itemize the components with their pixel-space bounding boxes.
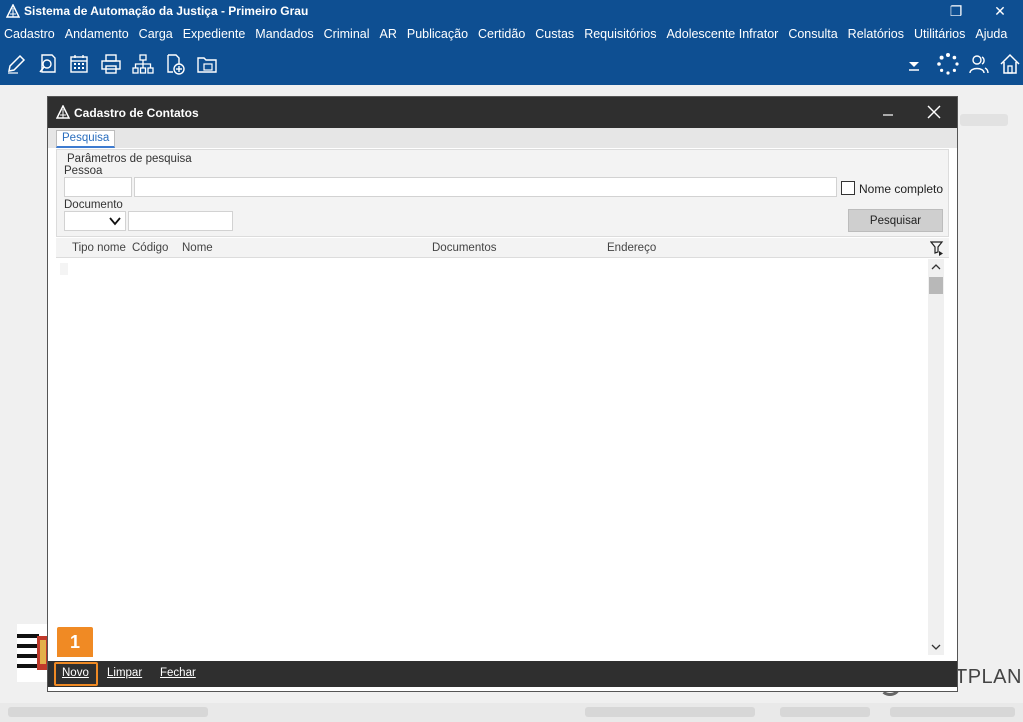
dialog-title: Cadastro de Contatos bbox=[74, 106, 199, 120]
dialog-titlebar: Cadastro de Contatos bbox=[48, 97, 957, 128]
column-codigo[interactable]: Código bbox=[132, 242, 168, 254]
documento-input[interactable] bbox=[128, 211, 233, 231]
nome-completo-label: Nome completo bbox=[859, 182, 944, 196]
nome-completo-checkbox[interactable] bbox=[841, 181, 855, 195]
org-tree-icon[interactable] bbox=[131, 52, 155, 76]
brand-text: TPLAN bbox=[955, 666, 1022, 688]
minimize-button[interactable] bbox=[876, 101, 900, 123]
status-text bbox=[8, 707, 208, 717]
menu-bar: Cadastro Andamento Carga Expediente Mand… bbox=[0, 23, 1023, 45]
background-text bbox=[960, 114, 1008, 126]
scroll-thumb[interactable] bbox=[929, 277, 943, 294]
scroll-up-button[interactable] bbox=[928, 259, 944, 275]
novo-button[interactable]: Novo bbox=[62, 667, 89, 679]
results-grid-header: Tipo nome Código Nome Documentos Endereç… bbox=[56, 238, 949, 258]
documento-type-select[interactable] bbox=[64, 211, 126, 231]
chevron-up-icon bbox=[931, 264, 941, 270]
status-text bbox=[890, 707, 1015, 717]
menu-consulta[interactable]: Consulta bbox=[788, 27, 837, 41]
toolbar bbox=[0, 45, 1023, 85]
menu-ar[interactable]: AR bbox=[380, 27, 397, 41]
step-callout-badge: 1 bbox=[57, 627, 93, 657]
close-icon bbox=[927, 105, 941, 119]
tab-pesquisa[interactable]: Pesquisa bbox=[56, 130, 116, 148]
add-document-icon[interactable] bbox=[163, 52, 187, 76]
chevron-down-icon bbox=[109, 217, 121, 226]
folder-icon[interactable] bbox=[195, 52, 219, 76]
close-dialog-button[interactable] bbox=[920, 101, 948, 123]
app-logo-icon bbox=[56, 105, 70, 119]
home-icon[interactable] bbox=[998, 52, 1022, 76]
contacts-dialog: Cadastro de Contatos Pesquisa Parâmetros… bbox=[47, 96, 958, 692]
results-grid[interactable] bbox=[56, 259, 928, 657]
menu-relatorios[interactable]: Relatórios bbox=[848, 27, 904, 41]
print-icon[interactable] bbox=[99, 52, 123, 76]
calendar-icon[interactable] bbox=[67, 52, 91, 76]
column-tipo-nome[interactable]: Tipo nome bbox=[72, 242, 126, 254]
documento-label: Documento bbox=[64, 199, 123, 211]
dialog-footer: Novo Limpar Fechar bbox=[48, 661, 957, 687]
restore-button[interactable]: ❐ bbox=[934, 0, 978, 23]
menu-adolescente-infrator[interactable]: Adolescente Infrator bbox=[666, 27, 778, 41]
menu-certidao[interactable]: Certidão bbox=[478, 27, 525, 41]
menu-publicacao[interactable]: Publicação bbox=[407, 27, 468, 41]
loading-icon bbox=[936, 52, 960, 76]
menu-requisitorios[interactable]: Requisitórios bbox=[584, 27, 656, 41]
pessoa-name-input[interactable] bbox=[134, 177, 837, 197]
status-text bbox=[780, 707, 870, 717]
dropdown-arrow-icon[interactable] bbox=[902, 52, 926, 76]
menu-custas[interactable]: Custas bbox=[535, 27, 574, 41]
menu-andamento[interactable]: Andamento bbox=[65, 27, 129, 41]
row-indicator bbox=[60, 263, 68, 275]
menu-utilitarios[interactable]: Utilitários bbox=[914, 27, 965, 41]
pessoa-code-input[interactable] bbox=[64, 177, 132, 197]
menu-expediente[interactable]: Expediente bbox=[183, 27, 246, 41]
column-documentos[interactable]: Documentos bbox=[432, 242, 497, 254]
search-button[interactable]: Pesquisar bbox=[848, 209, 943, 232]
menu-criminal[interactable]: Criminal bbox=[324, 27, 370, 41]
court-logo-icon bbox=[17, 624, 49, 682]
fechar-button[interactable]: Fechar bbox=[160, 667, 196, 679]
tab-strip: Pesquisa bbox=[48, 128, 957, 148]
scroll-down-button[interactable] bbox=[928, 639, 944, 655]
column-nome[interactable]: Nome bbox=[182, 242, 213, 254]
search-document-icon[interactable] bbox=[36, 52, 60, 76]
pessoa-label: Pessoa bbox=[64, 165, 103, 177]
vertical-scrollbar[interactable] bbox=[928, 259, 944, 655]
chevron-down-icon bbox=[931, 644, 941, 650]
menu-ajuda[interactable]: Ajuda bbox=[975, 27, 1007, 41]
app-logo-icon bbox=[6, 4, 20, 18]
status-text bbox=[585, 707, 755, 717]
minimize-icon bbox=[883, 114, 893, 116]
menu-cadastro[interactable]: Cadastro bbox=[4, 27, 55, 41]
limpar-button[interactable]: Limpar bbox=[107, 667, 142, 679]
params-legend: Parâmetros de pesquisa bbox=[64, 153, 195, 165]
menu-mandados[interactable]: Mandados bbox=[255, 27, 313, 41]
close-app-button[interactable]: ✕ bbox=[978, 0, 1022, 23]
edit-icon[interactable] bbox=[4, 52, 28, 76]
app-titlebar: Sistema de Automação da Justiça - Primei… bbox=[0, 0, 1023, 23]
filter-icon[interactable] bbox=[930, 240, 944, 256]
menu-carga[interactable]: Carga bbox=[139, 27, 173, 41]
column-endereco[interactable]: Endereço bbox=[607, 242, 656, 254]
app-title: Sistema de Automação da Justiça - Primei… bbox=[24, 4, 309, 18]
users-icon[interactable] bbox=[967, 52, 991, 76]
